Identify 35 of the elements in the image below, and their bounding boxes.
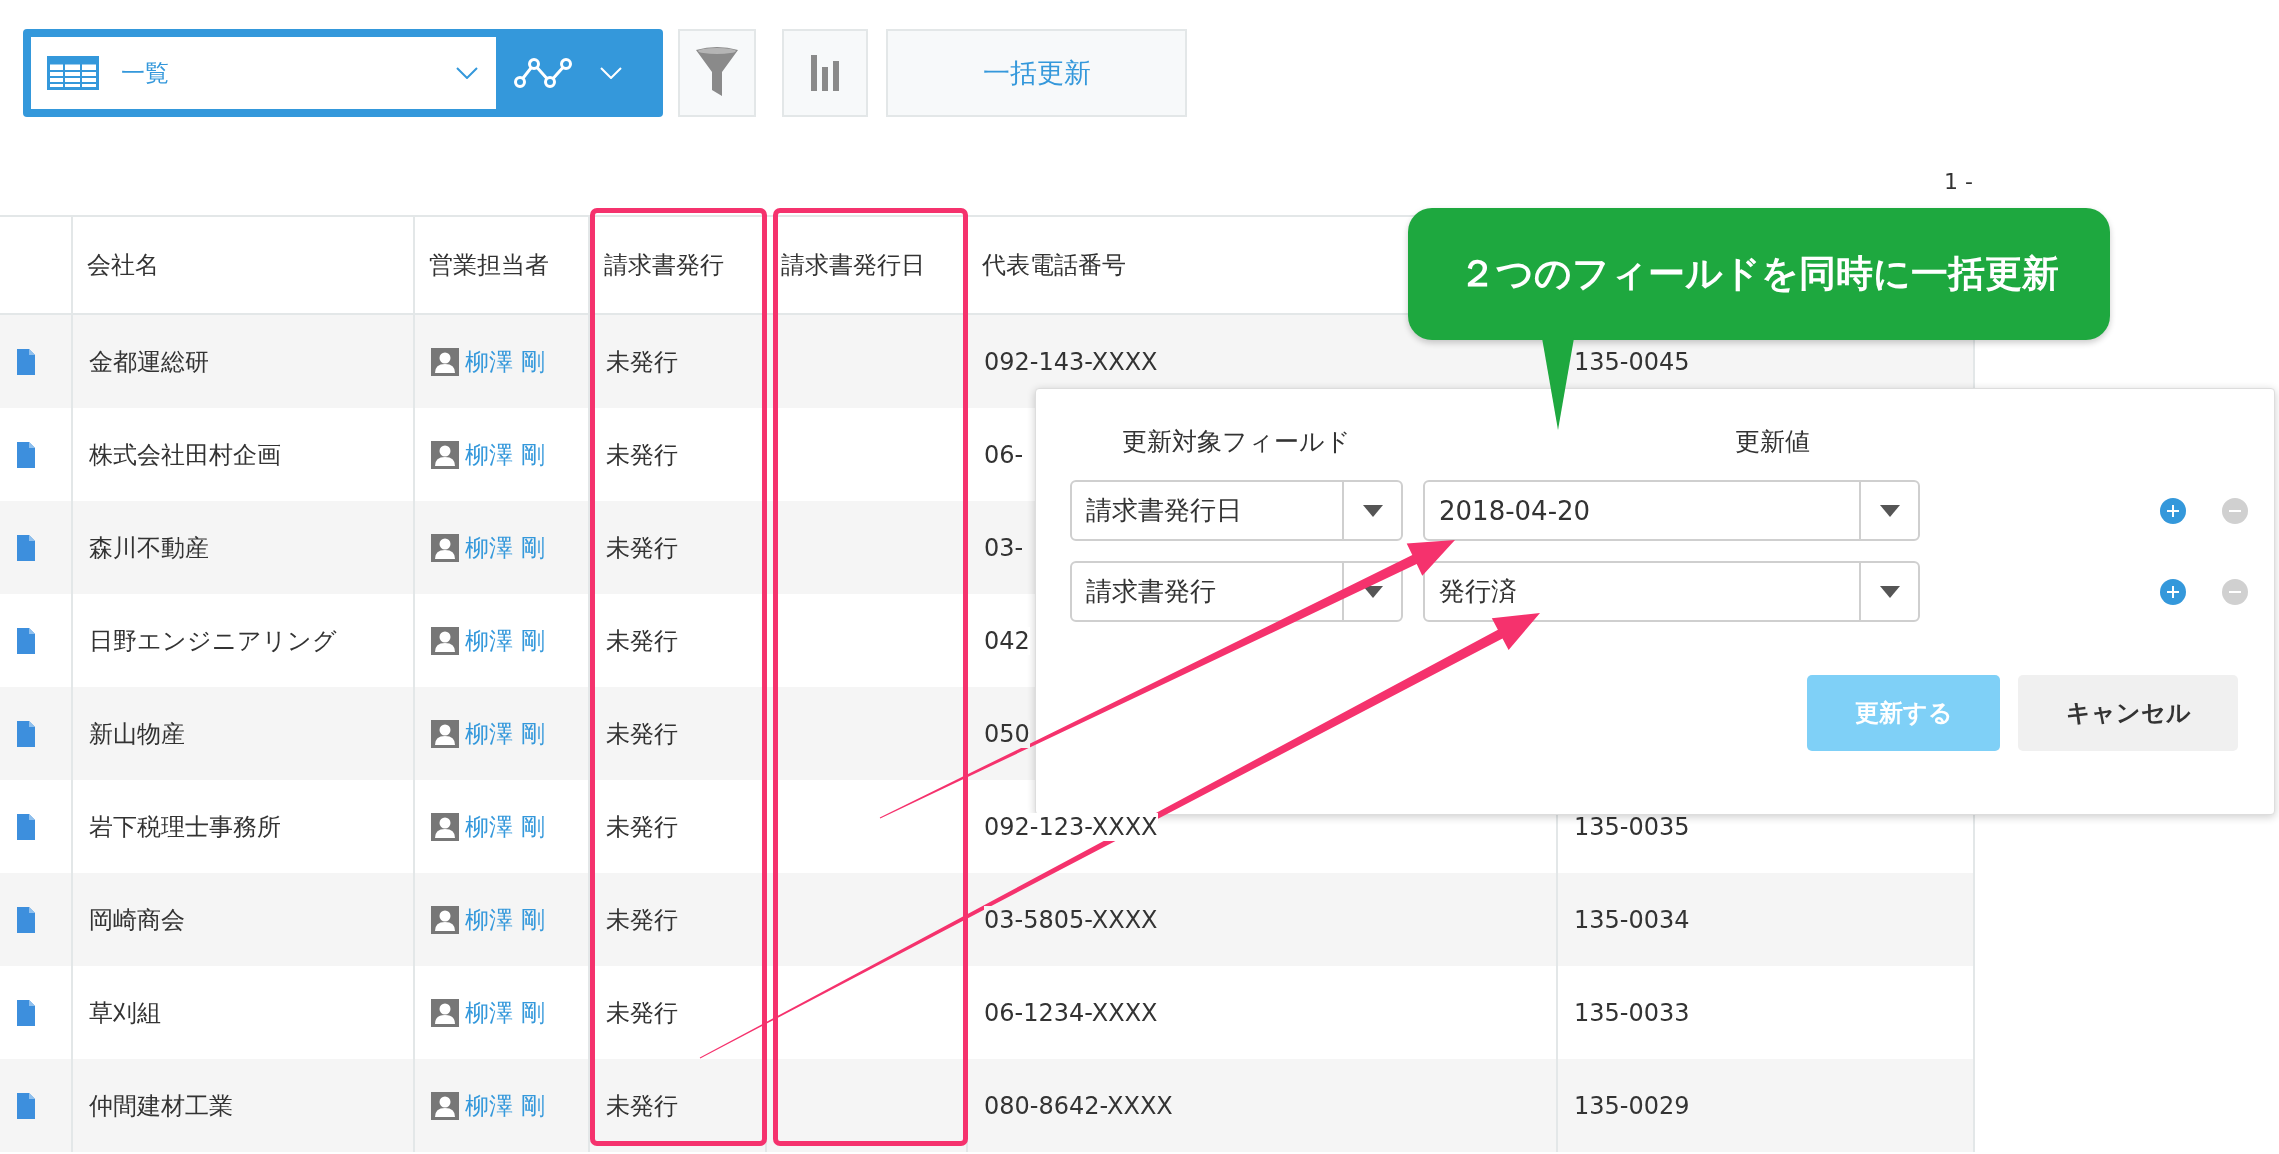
user-link[interactable]: 柳澤 剛 [465, 345, 545, 378]
bulk-update-button[interactable]: 一括更新 [886, 29, 1187, 117]
header-cell: 請求書発行 [590, 217, 767, 313]
value-dropdown[interactable]: 発行済 [1423, 561, 1920, 622]
table-cell: 岡崎商会 [73, 873, 415, 966]
value-dropdown[interactable]: 2018-04-20 [1423, 480, 1920, 541]
user-link[interactable]: 柳澤 剛 [465, 996, 545, 1029]
header-cell: 請求書発行日 [767, 217, 968, 313]
user-link[interactable]: 柳澤 剛 [465, 717, 545, 750]
header-cell: 会社名 [73, 217, 415, 313]
table-cell: 新山物産 [73, 687, 415, 780]
table-cell: 092-123-XXXX [984, 812, 1158, 841]
table-cell: 135-0029 [1558, 1059, 1975, 1152]
table-cell: 森川不動産 [73, 501, 415, 594]
column-label: 更新対象フィールド [1121, 426, 1352, 458]
column-label: 更新値 [1734, 426, 1811, 458]
user-link[interactable]: 柳澤 剛 [465, 903, 545, 936]
table-cell: 135-0034 [1558, 873, 1975, 966]
table-cell: 金都運総研 [73, 315, 415, 408]
user-link[interactable]: 柳澤 剛 [465, 531, 545, 564]
header-cell: 営業担当者 [415, 217, 590, 313]
pagination-text: 1 - [1944, 168, 1974, 194]
user-link[interactable]: 柳澤 剛 [465, 1089, 545, 1122]
cancel-button[interactable]: キャンセル [2018, 675, 2238, 751]
user-link[interactable]: 柳澤 剛 [465, 810, 545, 843]
field-dropdown[interactable]: 請求書発行 [1070, 561, 1403, 622]
callout-bubble: ２つのフィールドを同時に一括更新 [1408, 208, 2110, 340]
view-selector[interactable]: 一覧 [23, 29, 663, 117]
user-link[interactable]: 柳澤 剛 [465, 438, 545, 471]
table-cell: 未発行 [590, 315, 767, 408]
table-cell: 未発行 [590, 501, 767, 594]
user-link[interactable]: 柳澤 剛 [465, 624, 545, 657]
table-cell: 仲間建材工業 [73, 1059, 415, 1152]
field-dropdown[interactable]: 請求書発行日 [1070, 480, 1403, 541]
view-name: 一覧 [121, 58, 170, 89]
